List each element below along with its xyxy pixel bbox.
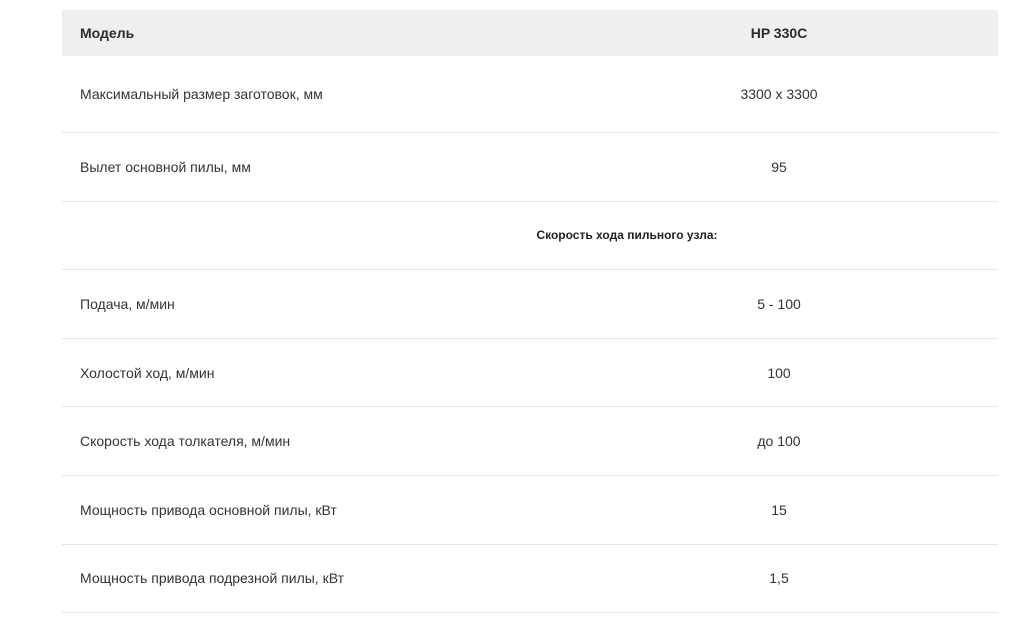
table-row: Мощность привода основной пилы, кВт 15 xyxy=(62,476,998,545)
row-value: до 100 xyxy=(757,433,801,450)
table-row: Мощность привода подрезной пилы, кВт 1,5 xyxy=(62,545,998,614)
row-value: 95 xyxy=(771,158,787,175)
row-value: 5 - 100 xyxy=(757,295,801,312)
table-row: Холостой ход, м/мин 100 xyxy=(62,339,998,408)
section-title: Скорость хода пильного узла: xyxy=(536,228,718,243)
table-row: Вылет основной пилы, мм 95 xyxy=(62,133,998,202)
row-value: 15 xyxy=(771,501,787,518)
row-label: Максимальный размер заготовок, мм xyxy=(80,86,323,102)
row-value: 1,5 xyxy=(769,570,789,587)
row-label: Скорость хода толкателя, м/мин xyxy=(80,433,291,450)
row-label: Мощность привода подрезной пилы, кВт xyxy=(80,570,344,587)
table-header-row: Модель HP 330C xyxy=(62,10,998,56)
spec-table: Модель HP 330C Максимальный размер загот… xyxy=(62,10,998,614)
table-section-row: Скорость хода пильного узла: xyxy=(62,202,998,271)
row-label: Вылет основной пилы, мм xyxy=(80,158,251,175)
header-label: Модель xyxy=(80,25,135,41)
table-row: Максимальный размер заготовок, мм 3300 x… xyxy=(62,56,998,133)
row-value: 3300 x 3300 xyxy=(740,86,818,102)
table-row: Подача, м/мин 5 - 100 xyxy=(62,270,998,339)
row-label: Мощность привода основной пилы, кВт xyxy=(80,501,337,518)
table-row: Скорость хода толкателя, м/мин до 100 xyxy=(62,407,998,476)
row-label: Подача, м/мин xyxy=(80,295,175,312)
row-label: Холостой ход, м/мин xyxy=(80,364,215,381)
header-value: HP 330C xyxy=(750,25,808,41)
row-value: 100 xyxy=(767,364,791,381)
